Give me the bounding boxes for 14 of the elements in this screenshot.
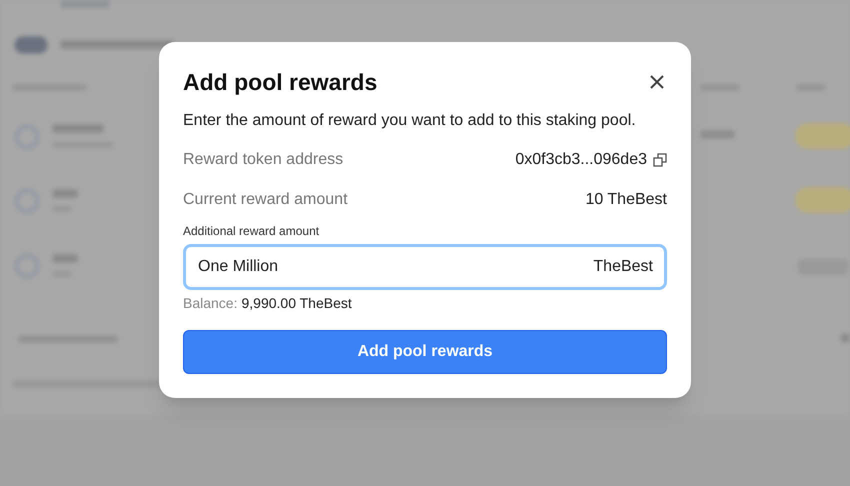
dialog-title: Add pool rewards <box>183 68 378 97</box>
field-label: Additional reward amount <box>183 223 320 239</box>
balance-label: Balance: <box>183 294 238 313</box>
detail-label: Reward token address <box>183 150 344 170</box>
detail-value: 10 TheBest <box>585 190 667 210</box>
detail-label: Current reward amount <box>183 190 348 210</box>
dialog-description: Enter the amount of reward you want to add to this staking pool. <box>183 111 637 131</box>
detail-value: 0x0f3cb3...096de3 <box>515 150 647 170</box>
token-suffix: TheBest <box>593 257 653 277</box>
close-icon <box>650 75 664 89</box>
copy-icon <box>653 153 667 167</box>
balance-value: 9,990.00 TheBest <box>241 294 352 313</box>
submit-button[interactable]: Add pool rewards <box>183 330 667 374</box>
copy-button[interactable] <box>653 153 667 167</box>
